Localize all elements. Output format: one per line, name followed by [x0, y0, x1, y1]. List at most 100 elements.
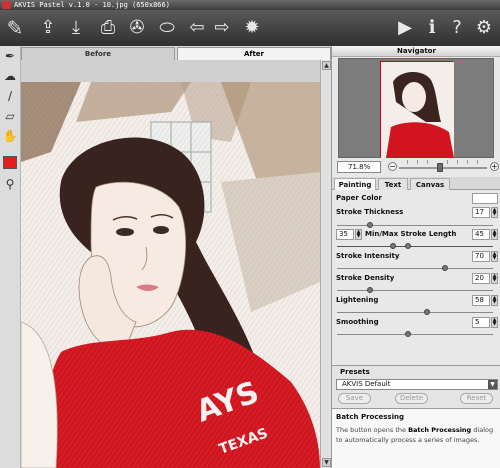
color-swatch[interactable] [3, 156, 17, 169]
undo-arrow-icon[interactable]: ⇦ [185, 16, 209, 40]
batch-description: The button opens the Batch Processing di… [336, 426, 494, 444]
navigator-thumbnail[interactable] [380, 61, 454, 158]
save-preset-button[interactable]: Save [338, 393, 371, 404]
window-titlebar: AKVIS Pastel v.1.0 - 10.jpg (650x866) [0, 0, 500, 10]
scroll-down-arrow-icon[interactable]: ▼ [322, 458, 331, 467]
canvas-vertical-scrollbar[interactable]: ▲ ▼ [320, 60, 331, 468]
hand-tool-icon[interactable]: ✋ [2, 128, 18, 144]
smudge-tool-icon[interactable]: ☁ [2, 68, 18, 84]
settings-gear-icon[interactable]: ✹ [240, 16, 264, 40]
presets-title: Presets [340, 368, 370, 376]
stroke-intensity-track[interactable] [337, 268, 493, 269]
paper-color-swatch[interactable] [472, 193, 498, 204]
help-icon[interactable]: ? [445, 16, 469, 40]
stroke-thickness-thumb[interactable] [367, 222, 373, 228]
stroke-length-track[interactable] [337, 246, 493, 247]
delete-preset-button[interactable]: Delete [395, 393, 428, 404]
pastel-image[interactable]: AYS TEXAS [21, 82, 320, 468]
stroke-intensity-value[interactable]: 70 [472, 251, 490, 262]
logo-brush-icon: ✎ [6, 16, 24, 40]
settings-panel: Navigator 71.8% − + Painting Text Canvas… [331, 46, 500, 468]
share-icon[interactable]: ✇ [125, 16, 149, 40]
reset-preset-button[interactable]: Reset [460, 393, 493, 404]
plugin-icon[interactable]: ⬭ [155, 16, 179, 40]
navigator-thumbnail-image [381, 62, 454, 158]
stroke-length-min-thumb[interactable] [389, 243, 396, 249]
stroke-length-max-thumb[interactable] [404, 243, 411, 249]
stroke-density-track[interactable] [337, 290, 493, 291]
stroke-length-max-spinner[interactable]: ▲ ▼ [491, 229, 498, 240]
smoothing-row: Smoothing 5 ▲ ▼ [336, 317, 498, 329]
smoothing-value[interactable]: 5 [472, 317, 490, 328]
zoom-select[interactable]: 71.8% [337, 161, 381, 173]
smoothing-label: Smoothing [336, 318, 379, 326]
preferences-gear-icon[interactable]: ⚙ [472, 16, 496, 40]
zoom-slider-track[interactable] [399, 167, 487, 169]
tab-text[interactable]: Text [378, 178, 408, 190]
stroke-length-row: 35 ▲ ▼ Min/Max Stroke Length 45 ▲ ▼ [336, 229, 498, 241]
lightening-thumb[interactable] [424, 309, 430, 315]
tab-canvas[interactable]: Canvas [410, 178, 450, 190]
window-title: AKVIS Pastel v.1.0 - 10.jpg (650x866) [14, 1, 170, 9]
tab-after[interactable]: After [177, 47, 331, 60]
eraser-tool-icon[interactable]: ▱ [2, 108, 18, 124]
stroke-density-spinner[interactable]: ▲ ▼ [491, 273, 498, 284]
lightening-value[interactable]: 58 [472, 295, 490, 306]
pastel-photo-illustration: AYS TEXAS [21, 82, 320, 468]
smoothing-track[interactable] [337, 334, 493, 335]
zoom-tool-icon[interactable]: ⚲ [2, 176, 18, 192]
settings-tabs: Painting Text Canvas [332, 177, 500, 190]
stroke-length-label: Min/Max Stroke Length [365, 230, 457, 238]
stroke-intensity-thumb[interactable] [442, 265, 448, 271]
stroke-thickness-spinner[interactable]: ▲ ▼ [491, 207, 498, 218]
save-icon[interactable]: ⤓ [64, 16, 88, 40]
chevron-down-icon[interactable]: ▼ [488, 380, 497, 389]
navigator-header: Navigator [332, 46, 500, 57]
tab-painting[interactable]: Painting [334, 178, 376, 190]
pastel-brush-icon[interactable]: ✒ [2, 48, 18, 64]
zoom-row: 71.8% − + [332, 159, 500, 175]
stroke-thickness-label: Stroke Thickness [336, 208, 404, 216]
navigator-preview[interactable] [338, 58, 494, 158]
app-icon [2, 1, 11, 9]
zoom-in-button[interactable]: + [490, 162, 499, 171]
stroke-density-value[interactable]: 20 [472, 273, 490, 284]
stroke-density-row: Stroke Density 20 ▲ ▼ [336, 273, 498, 285]
stroke-length-min-value[interactable]: 35 [336, 229, 354, 240]
tools-panel: ✒ ☁ ∕ ▱ ✋ ⚲ [0, 46, 21, 468]
preset-selected: AKVIS Default [342, 380, 391, 388]
stroke-intensity-spinner[interactable]: ▲ ▼ [491, 251, 498, 262]
main-toolbar: ✎ ⇪ ⤓ ⎙ ✇ ⬭ ⇦ ⇨ ✹ ▶ ℹ ? ⚙ [0, 10, 500, 46]
paper-color-label: Paper Color [336, 194, 382, 202]
lightening-row: Lightening 58 ▲ ▼ [336, 295, 498, 307]
image-canvas-area[interactable]: AYS TEXAS [21, 60, 320, 468]
stroke-intensity-row: Stroke Intensity 70 ▲ ▼ [336, 251, 498, 263]
preset-select[interactable]: AKVIS Default ▼ [336, 379, 498, 390]
scroll-up-arrow-icon[interactable]: ▲ [322, 61, 331, 70]
stroke-density-thumb[interactable] [367, 287, 373, 293]
info-icon[interactable]: ℹ [420, 16, 444, 40]
stroke-intensity-label: Stroke Intensity [336, 252, 400, 260]
lightening-track[interactable] [337, 312, 493, 313]
smoothing-spinner[interactable]: ▲ ▼ [491, 317, 498, 328]
smoothing-thumb[interactable] [404, 331, 411, 337]
tab-before[interactable]: Before [21, 47, 175, 60]
stroke-length-max-value[interactable]: 45 [472, 229, 490, 240]
lightening-spinner[interactable]: ▲ ▼ [491, 295, 498, 306]
stroke-density-label: Stroke Density [336, 274, 395, 282]
open-icon[interactable]: ⇪ [36, 16, 60, 40]
pencil-tool-icon[interactable]: ∕ [2, 88, 18, 104]
print-icon[interactable]: ⎙ [96, 16, 120, 40]
run-icon[interactable]: ▶ [393, 16, 417, 40]
stroke-thickness-track[interactable] [337, 225, 493, 226]
zoom-out-button[interactable]: − [388, 162, 397, 171]
zoom-slider-thumb[interactable] [437, 163, 443, 172]
stroke-thickness-value[interactable]: 17 [472, 207, 490, 218]
redo-arrow-icon[interactable]: ⇨ [210, 16, 234, 40]
canvas-margin [21, 60, 320, 82]
batch-title: Batch Processing [336, 413, 404, 421]
view-tabs: Before After [21, 46, 331, 60]
paper-color-row: Paper Color [336, 193, 498, 205]
stroke-length-min-spinner[interactable]: ▲ ▼ [355, 229, 362, 240]
lightening-label: Lightening [336, 296, 379, 304]
